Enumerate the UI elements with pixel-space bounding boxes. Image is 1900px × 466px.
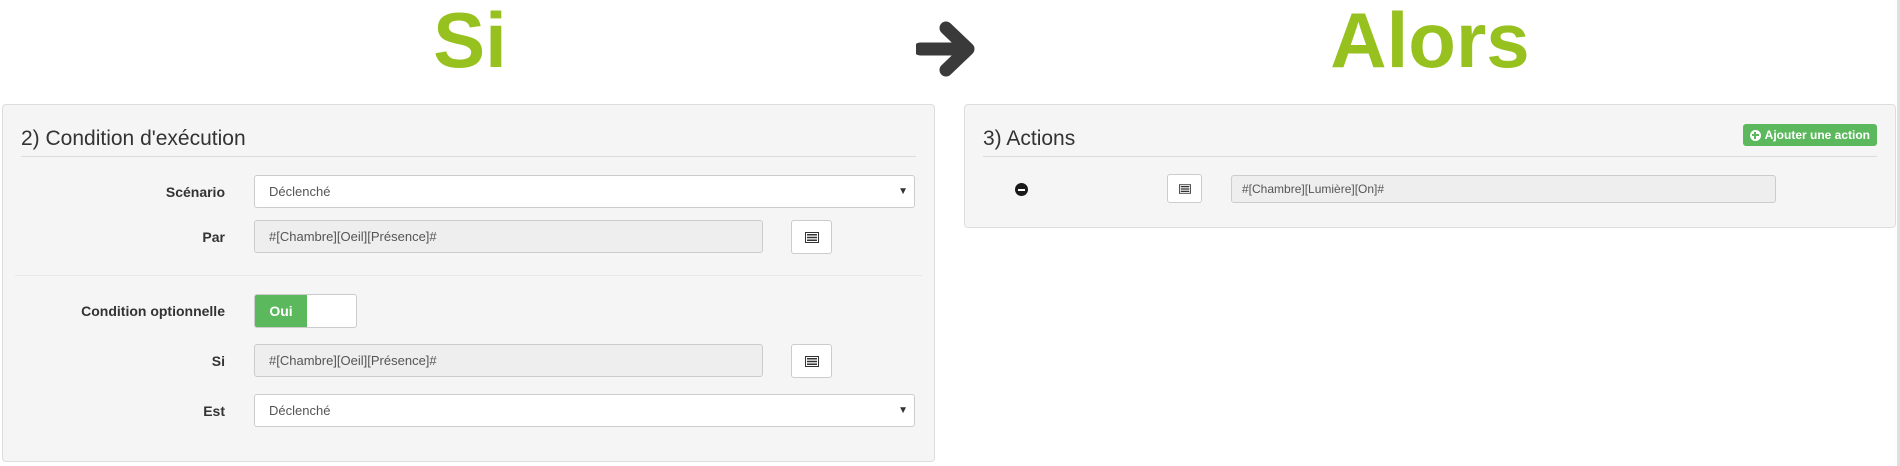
add-action-button[interactable]: Ajouter une action [1742,124,1877,146]
list-alt-icon [804,231,819,243]
par-label: Par [202,229,225,245]
plus-circle-icon [1749,129,1761,141]
list-alt-icon [804,355,819,367]
toggle-on-label: Oui [255,295,307,327]
optional-condition-label: Condition optionnelle [81,303,225,319]
scenario-select-value: Déclenché [269,184,331,199]
si-input-value: #[Chambre][Oeil][Présence]# [269,353,437,368]
caret-down-icon: ▼ [898,186,908,197]
si-label: Si [211,353,225,369]
si-select-command-button[interactable] [791,344,832,378]
est-label: Est [203,403,225,419]
minus-circle-icon[interactable] [1015,183,1028,196]
add-action-label: Ajouter une action [1764,128,1870,142]
si-title: Si [433,0,507,84]
est-select-value: Déclenché [269,403,331,418]
par-input-value: #[Chambre][Oeil][Présence]# [269,229,437,244]
condition-panel: 2) Condition d'exécution Scénario Déclen… [2,104,935,462]
caret-down-icon: ▼ [898,405,908,416]
par-input[interactable]: #[Chambre][Oeil][Présence]# [254,220,763,253]
list-alt-icon [1178,183,1191,194]
optional-condition-toggle[interactable]: Oui [254,294,357,328]
si-input[interactable]: #[Chambre][Oeil][Présence]# [254,344,763,377]
arrow-right-icon [916,21,975,77]
alors-title: Alors [1330,0,1530,84]
est-select[interactable]: Déclenché ▼ [254,394,915,427]
action-command-input[interactable]: #[Chambre][Lumière][On]# [1231,175,1776,203]
condition-panel-heading: 2) Condition d'exécution [21,127,916,157]
scenario-select[interactable]: Déclenché ▼ [254,175,915,208]
action-select-command-button[interactable] [1167,174,1202,203]
actions-panel: 3) Actions Ajouter une action #[Chambre]… [964,104,1896,228]
scenario-label: Scénario [165,184,225,200]
action-command-value: #[Chambre][Lumière][On]# [1242,182,1385,196]
section-divider [15,275,922,276]
par-select-command-button[interactable] [791,220,832,254]
